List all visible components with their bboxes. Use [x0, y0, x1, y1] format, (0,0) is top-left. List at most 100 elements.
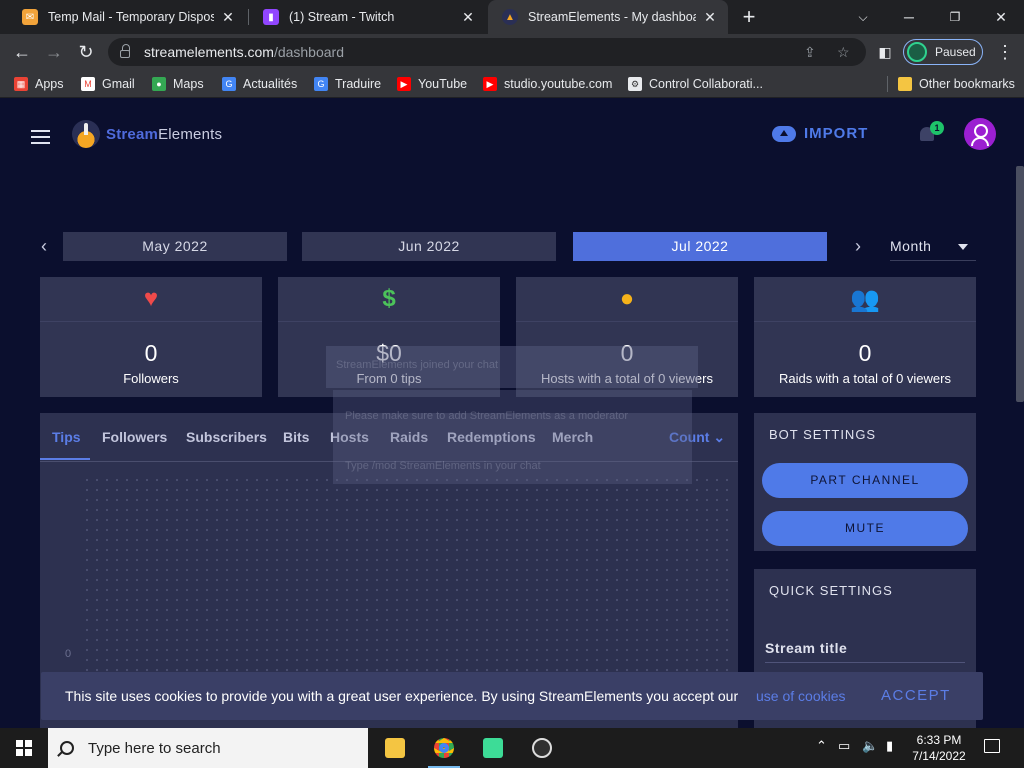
bookmark-divider [887, 76, 888, 92]
bot-settings-title: BOT SETTINGS [769, 427, 877, 442]
stat-label: Followers [123, 371, 179, 386]
taskbar-chrome[interactable] [424, 732, 464, 768]
bookmark-youtube[interactable]: ▶ YouTube [397, 75, 467, 93]
ghost-text: StreamElements joined your chat [336, 359, 499, 371]
taskbar-file-explorer[interactable] [375, 732, 415, 768]
month-jun-2022[interactable]: Jun 2022 [302, 232, 556, 261]
twitch-icon: ▮ [263, 9, 279, 25]
apps-grid-icon: ▦ [14, 77, 28, 91]
rocket-logo-icon [72, 120, 100, 148]
month-jul-2022[interactable]: Jul 2022 [573, 232, 827, 261]
tab-followers[interactable]: Followers [102, 429, 167, 445]
notifications-bell-icon[interactable]: 1 [918, 121, 944, 143]
network-icon[interactable]: ▭ [838, 738, 850, 754]
youtube-icon: ▶ [397, 77, 411, 91]
new-tab-icon[interactable]: + [738, 4, 760, 30]
user-avatar[interactable] [964, 118, 996, 150]
bookmark-control-collaboration[interactable]: ⚙ Control Collaborati... [628, 75, 763, 93]
stat-label: Raids with a total of 0 viewers [779, 371, 951, 386]
bookmark-maps[interactable]: ● Maps [152, 75, 204, 93]
stat-card-raids: 👥 0 Raids with a total of 0 viewers [754, 277, 976, 397]
taskbar-search-box[interactable]: Type here to search [48, 728, 368, 768]
y-axis-zero-label: 0 [65, 648, 72, 660]
clock-time: 6:33 PM [916, 733, 962, 747]
accept-cookies-button[interactable]: ACCEPT [881, 687, 951, 704]
next-month-icon[interactable]: › [851, 236, 865, 257]
stream-title-input[interactable] [765, 662, 965, 663]
bookmark-other[interactable]: Other bookmarks [898, 75, 1015, 93]
page-scrollbar[interactable] [1016, 166, 1024, 402]
ghost-text: Please make sure to add StreamElements a… [345, 410, 629, 422]
close-tab-icon[interactable]: ✕ [220, 9, 236, 26]
bookmark-actualites[interactable]: G Actualités [222, 75, 297, 93]
side-panel-icon[interactable]: ◧ [872, 39, 898, 65]
ghost-notification: StreamElements joined your chat [326, 346, 698, 388]
browser-tab-streamelements[interactable]: ▲ StreamElements - My dashboard ✕ [488, 0, 728, 34]
month-may-2022[interactable]: May 2022 [63, 232, 287, 261]
taskbar-app-green[interactable] [473, 732, 513, 768]
bookmark-star-icon[interactable]: ☆ [837, 44, 850, 61]
tab-tips[interactable]: Tips [52, 429, 81, 445]
taskbar-obs[interactable] [522, 732, 562, 768]
ghost-notification-body: Please make sure to add StreamElements a… [333, 390, 692, 484]
tray-chevron-icon[interactable]: ⌃ [816, 738, 827, 754]
period-value: Month [890, 238, 932, 254]
tab-title: StreamElements - My dashboard [528, 10, 696, 24]
bookmark-traduire[interactable]: G Traduire [314, 75, 381, 93]
profile-button[interactable]: Paused [903, 39, 983, 65]
search-placeholder: Type here to search [88, 739, 221, 757]
microphone-icon[interactable]: ▮ [886, 738, 893, 754]
part-channel-button[interactable]: PART CHANNEL [762, 463, 968, 498]
restore-icon[interactable]: ❐ [940, 4, 970, 30]
obs-icon [532, 738, 552, 758]
user-circle-icon: ● [619, 285, 635, 312]
browser-tab-tempmail[interactable]: ✉ Temp Mail - Temporary Disposable Email… [8, 0, 246, 34]
stat-value: 0 [858, 340, 872, 366]
close-window-icon[interactable]: ✕ [986, 4, 1016, 30]
mute-button[interactable]: MUTE [762, 511, 968, 546]
close-tab-icon[interactable]: ✕ [460, 9, 476, 26]
share-icon[interactable]: ⇪ [804, 44, 816, 61]
tab-title: (1) Stream - Twitch [289, 10, 395, 24]
minimize-icon[interactable]: ─ [894, 4, 924, 30]
volume-icon[interactable]: 🔈 [862, 738, 878, 754]
period-select[interactable]: Month [890, 232, 976, 261]
stat-card-followers: ♥ 0 Followers [40, 277, 262, 397]
bookmark-apps[interactable]: ▦ Apps [14, 75, 64, 93]
ghost-text: Type /mod StreamElements in your chat [345, 460, 541, 472]
address-bar[interactable]: streamelements.com/dashboard ⇪ ☆ [108, 38, 866, 66]
dashboard-page: StreamElements IMPORT 1 ‹ May 2022 Jun 2… [0, 98, 1024, 728]
quick-settings-title: QUICK SETTINGS [769, 583, 893, 598]
taskbar-clock[interactable]: 6:33 PM 7/14/2022 [904, 732, 974, 764]
windows-taskbar: Type here to search ⌃ ▭ 🔈 ▮ 6:33 PM 7/14… [0, 728, 1024, 768]
cloud-upload-icon [772, 125, 796, 142]
streamelements-logo[interactable]: StreamElements [72, 120, 222, 148]
bot-settings-card: BOT SETTINGS PART CHANNEL MUTE [754, 413, 976, 551]
reload-icon[interactable]: ↻ [73, 39, 99, 65]
tab-search-chevron-icon[interactable]: ⌵ [848, 4, 878, 30]
activity-chart-area [82, 475, 728, 685]
cookie-text: This site uses cookies to provide you wi… [65, 688, 739, 704]
forward-icon[interactable]: → [41, 39, 67, 65]
bookmark-studio-youtube[interactable]: ▶ studio.youtube.com [483, 75, 612, 93]
menu-kebab-icon[interactable]: ⋮ [992, 39, 1018, 65]
hamburger-menu-icon[interactable] [31, 130, 50, 144]
previous-month-icon[interactable]: ‹ [37, 236, 51, 257]
clock-date: 7/14/2022 [912, 749, 966, 763]
bookmark-gmail[interactable]: M Gmail [81, 75, 135, 93]
close-tab-icon[interactable]: ✕ [702, 9, 718, 26]
avatar [907, 42, 927, 62]
windows-start-icon[interactable] [16, 740, 32, 756]
import-button[interactable]: IMPORT [772, 125, 868, 142]
stat-value: 0 [144, 340, 158, 366]
caret-down-icon [958, 244, 968, 250]
chrome-icon [434, 738, 454, 758]
cookie-policy-link[interactable]: use of cookies [756, 688, 846, 704]
browser-tab-twitch[interactable]: ▮ (1) Stream - Twitch ✕ [249, 0, 486, 34]
tab-subscribers[interactable]: Subscribers [186, 429, 267, 445]
action-center-icon[interactable] [984, 739, 1000, 753]
folder-icon [898, 77, 912, 91]
tab-bits[interactable]: Bits [283, 429, 309, 445]
browser-tab-strip: ✉ Temp Mail - Temporary Disposable Email… [0, 0, 1024, 34]
back-icon[interactable]: ← [9, 39, 35, 65]
